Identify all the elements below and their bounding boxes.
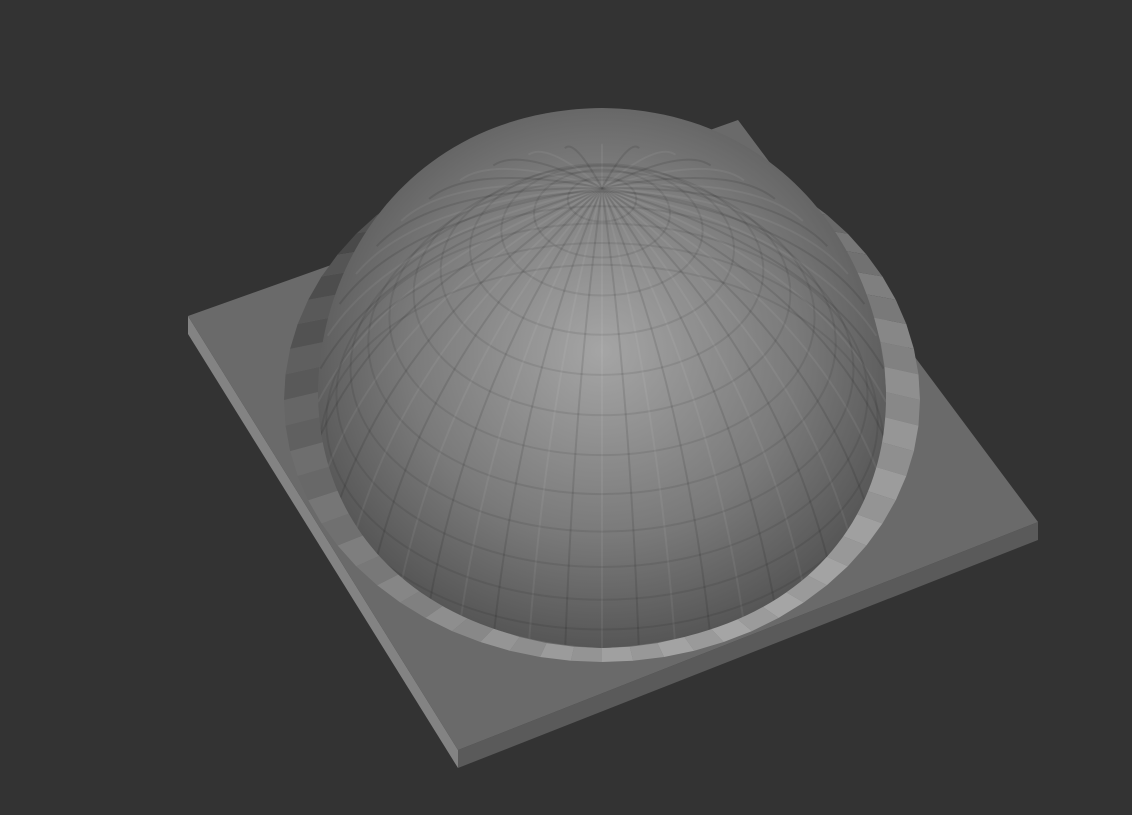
dome — [318, 108, 887, 648]
3d-viewport[interactable] — [0, 0, 1132, 815]
fillet-segment — [602, 646, 634, 662]
fillet-segment — [570, 646, 602, 662]
3d-scene — [188, 108, 1038, 768]
